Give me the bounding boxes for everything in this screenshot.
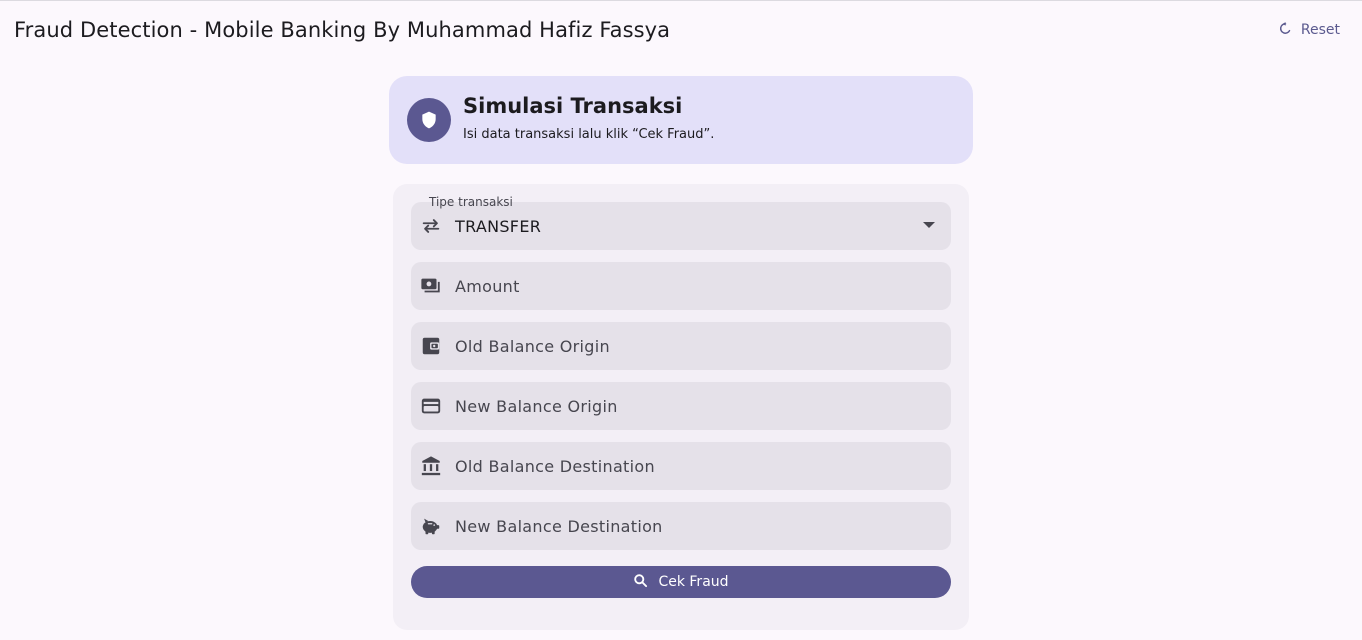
dropdown-arrow-icon <box>923 222 935 228</box>
app-title: Fraud Detection - Mobile Banking By Muha… <box>14 18 671 42</box>
old-balance-destination-input[interactable]: Old Balance Destination <box>411 442 951 490</box>
new-balance-destination-placeholder: New Balance Destination <box>455 516 663 536</box>
transaction-type-select[interactable]: TRANSFER <box>411 202 951 250</box>
header-title: Simulasi Transaksi <box>463 94 683 118</box>
cek-fraud-label: Cek Fraud <box>658 574 729 590</box>
transaction-form: TRANSFER Tipe transaksi Amount Old Balan… <box>393 184 969 630</box>
old-balance-origin-input[interactable]: Old Balance Origin <box>411 322 951 370</box>
amount-input[interactable]: Amount <box>411 262 951 310</box>
header-card: Simulasi Transaksi Isi data transaksi la… <box>389 76 973 164</box>
old-balance-destination-placeholder: Old Balance Destination <box>455 456 655 476</box>
search-icon <box>633 573 648 592</box>
wallet-icon <box>420 335 442 357</box>
new-balance-origin-placeholder: New Balance Origin <box>455 396 618 416</box>
new-balance-origin-input[interactable]: New Balance Origin <box>411 382 951 430</box>
money-icon <box>420 275 442 297</box>
top-divider <box>0 0 1362 1</box>
transaction-type-value: TRANSFER <box>455 216 542 236</box>
swap-icon <box>420 215 442 237</box>
piggy-bank-icon <box>420 515 442 537</box>
card-icon <box>420 395 442 417</box>
old-balance-origin-placeholder: Old Balance Origin <box>455 336 610 356</box>
shield-icon <box>407 98 451 142</box>
reset-label: Reset <box>1300 22 1340 38</box>
header-subtitle: Isi data transaksi lalu klik “Cek Fraud”… <box>463 127 715 142</box>
refresh-icon <box>1278 21 1293 40</box>
amount-placeholder: Amount <box>455 276 520 296</box>
reset-button[interactable]: Reset <box>1278 17 1340 43</box>
transaction-type-label: Tipe transaksi <box>429 195 513 209</box>
cek-fraud-button[interactable]: Cek Fraud <box>411 566 951 598</box>
new-balance-destination-input[interactable]: New Balance Destination <box>411 502 951 550</box>
bank-icon <box>420 455 442 477</box>
